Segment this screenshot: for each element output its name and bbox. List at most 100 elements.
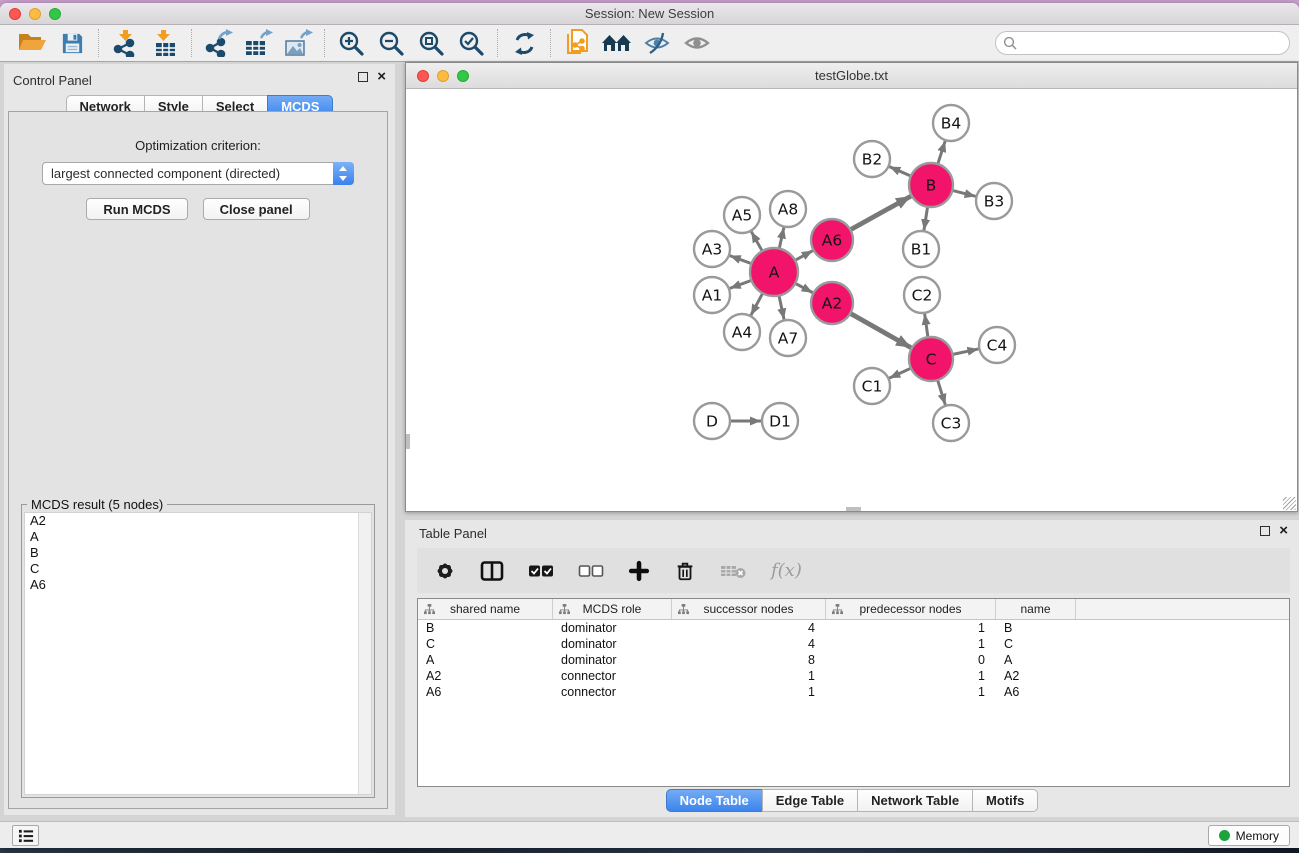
save-session-button[interactable] [52, 27, 92, 59]
tab-network-table[interactable]: Network Table [857, 789, 973, 812]
pane-divider-handle[interactable] [406, 434, 410, 449]
graph-edge-A-A7[interactable] [779, 294, 784, 320]
tab-edge-table[interactable]: Edge Table [762, 789, 858, 812]
graph-edge-A6-B[interactable] [849, 196, 911, 231]
graph-node-B4[interactable]: B4 [933, 105, 969, 141]
table-row[interactable]: A6connector11A6 [418, 684, 1289, 700]
graph-edge-C-C4[interactable] [951, 349, 979, 355]
graph-edge-C-C1[interactable] [889, 367, 913, 378]
zoom-selected-button[interactable] [451, 27, 491, 59]
graph-node-A7[interactable]: A7 [770, 320, 806, 356]
import-network-button[interactable] [105, 27, 145, 59]
mcds-result-item[interactable]: A [25, 529, 371, 545]
tab-node-table[interactable]: Node Table [666, 789, 763, 812]
control-panel-title: Control Panel [13, 73, 92, 88]
graph-node-A[interactable]: A [750, 248, 798, 296]
home-view-button[interactable] [597, 27, 637, 59]
refresh-view-button[interactable] [504, 27, 544, 59]
graph-edge-C-C3[interactable] [937, 378, 945, 405]
graph-edge-A-A2[interactable] [793, 282, 812, 292]
run-mcds-button[interactable]: Run MCDS [86, 198, 187, 220]
open-file-button[interactable] [12, 27, 52, 59]
show-panel-button[interactable] [677, 27, 717, 59]
import-table-button[interactable] [145, 27, 185, 59]
close-table-panel-icon[interactable]: × [1279, 526, 1288, 536]
mcds-result-item[interactable]: B [25, 545, 371, 561]
graph-node-A4[interactable]: A4 [724, 314, 760, 350]
graph-node-A2[interactable]: A2 [811, 282, 853, 324]
graph-node-A5[interactable]: A5 [724, 197, 760, 233]
graph-edge-A-A3[interactable] [730, 256, 754, 265]
column-header-predecessor-nodes[interactable]: predecessor nodes [826, 599, 996, 619]
table-settings-button[interactable] [434, 560, 456, 582]
table-row[interactable]: Adominator80A [418, 652, 1289, 668]
tab-motifs[interactable]: Motifs [972, 789, 1038, 812]
network-zoom-button[interactable] [457, 70, 469, 82]
select-all-button[interactable] [528, 563, 554, 579]
graph-node-C[interactable]: C [909, 337, 953, 381]
task-history-button[interactable] [12, 825, 39, 846]
graph-node-C3[interactable]: C3 [933, 405, 969, 441]
window-resize-grip[interactable] [1283, 497, 1296, 510]
graph-edge-C-C2[interactable] [925, 314, 929, 339]
export-network-button[interactable] [198, 27, 238, 59]
copy-network-button[interactable] [557, 27, 597, 59]
graph-node-C1[interactable]: C1 [854, 368, 890, 404]
table-row[interactable]: Cdominator41C [418, 636, 1289, 652]
search-input[interactable] [995, 31, 1290, 55]
graph-node-A6[interactable]: A6 [811, 219, 853, 261]
graph-node-B3[interactable]: B3 [976, 183, 1012, 219]
svg-text:A4: A4 [732, 324, 752, 342]
graph-edge-A-A1[interactable] [730, 280, 754, 289]
column-header-mcds-role[interactable]: MCDS role [553, 599, 672, 619]
network-minimize-button[interactable] [437, 70, 449, 82]
float-panel-icon[interactable] [358, 72, 368, 82]
hide-panel-button[interactable] [637, 27, 677, 59]
graph-edge-A-A6[interactable] [793, 251, 812, 262]
graph-node-A3[interactable]: A3 [694, 231, 730, 267]
mcds-result-item[interactable]: A6 [25, 577, 371, 593]
mcds-result-item[interactable]: A2 [25, 513, 371, 529]
column-header-name[interactable]: name [996, 599, 1076, 619]
graph-edge-A2-C[interactable] [849, 312, 911, 347]
graph-edge-A-A4[interactable] [751, 291, 764, 315]
mcds-list-scrollbar[interactable] [358, 513, 371, 794]
deselect-all-button[interactable] [578, 563, 604, 579]
zoom-out-button[interactable] [371, 27, 411, 59]
float-table-panel-icon[interactable] [1260, 526, 1270, 536]
close-panel-button[interactable]: Close panel [203, 198, 310, 220]
graph-edge-B-B2[interactable] [889, 167, 912, 177]
graph-node-B1[interactable]: B1 [903, 231, 939, 267]
optimization-criterion-dropdown[interactable]: largest connected component (directed) [42, 162, 354, 185]
graph-node-A1[interactable]: A1 [694, 277, 730, 313]
graph-edge-B-B3[interactable] [950, 190, 975, 196]
graph-node-B2[interactable]: B2 [854, 141, 890, 177]
delete-column-button[interactable] [674, 560, 696, 582]
graph-node-D[interactable]: D [694, 403, 730, 439]
column-header-successor-nodes[interactable]: successor nodes [672, 599, 826, 619]
mcds-result-item[interactable]: C [25, 561, 371, 577]
table-row[interactable]: A2connector11A2 [418, 668, 1289, 684]
graph-node-C4[interactable]: C4 [979, 327, 1015, 363]
close-panel-icon[interactable]: × [377, 72, 386, 82]
zoom-fit-button[interactable] [411, 27, 451, 59]
graph-node-D1[interactable]: D1 [762, 403, 798, 439]
column-layout-button[interactable] [480, 560, 504, 582]
graph-edge-A-A8[interactable] [779, 228, 784, 251]
column-header-shared-name[interactable]: shared name [418, 599, 553, 619]
graph-edge-A-A5[interactable] [751, 232, 763, 253]
pane-divider-handle[interactable] [846, 507, 861, 511]
add-column-button[interactable] [628, 560, 650, 582]
network-canvas[interactable]: A A1 A2 A3 A4 A5 A6 A7 A8 B B1 B2 B3 B4 C C1 C2 C3 C4 D D1 [406, 90, 1297, 511]
network-close-button[interactable] [417, 70, 429, 82]
graph-edge-B-B4[interactable] [937, 141, 945, 166]
export-image-button[interactable] [278, 27, 318, 59]
graph-node-A8[interactable]: A8 [770, 191, 806, 227]
graph-node-B[interactable]: B [909, 163, 953, 207]
graph-edge-B-B1[interactable] [924, 205, 928, 230]
memory-button[interactable]: Memory [1208, 825, 1290, 846]
export-table-button[interactable] [238, 27, 278, 59]
graph-node-C2[interactable]: C2 [904, 277, 940, 313]
zoom-in-button[interactable] [331, 27, 371, 59]
table-row[interactable]: Bdominator41B [418, 620, 1289, 636]
